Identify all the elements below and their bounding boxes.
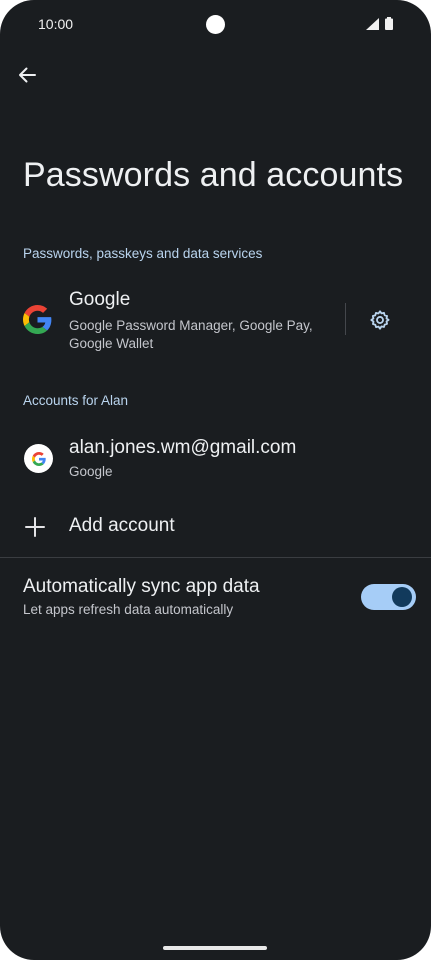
provider-settings-button[interactable] bbox=[364, 304, 396, 336]
camera-cutout bbox=[206, 15, 225, 34]
auto-sync-title: Automatically sync app data bbox=[23, 576, 260, 597]
phone-screen: 10:00 Passwords and accounts Passwords, … bbox=[0, 0, 431, 960]
back-button[interactable] bbox=[12, 60, 42, 90]
page-title: Passwords and accounts bbox=[23, 156, 404, 194]
gear-icon bbox=[370, 310, 390, 330]
toggle-thumb bbox=[392, 587, 412, 607]
provider-description: Google Password Manager, Google Pay, Goo… bbox=[69, 318, 313, 351]
auto-sync-toggle[interactable] bbox=[361, 584, 416, 610]
auto-sync-subtitle: Let apps refresh data automatically bbox=[23, 602, 234, 617]
vertical-divider bbox=[345, 303, 346, 335]
plus-icon bbox=[25, 517, 45, 537]
provider-name: Google bbox=[69, 289, 131, 310]
status-time: 10:00 bbox=[38, 16, 74, 32]
google-logo-icon bbox=[23, 305, 52, 339]
avatar bbox=[24, 444, 53, 473]
status-bar: 10:00 bbox=[0, 0, 431, 48]
horizontal-divider bbox=[0, 557, 431, 558]
back-arrow-icon bbox=[19, 67, 36, 83]
auto-sync-setting[interactable]: Automatically sync app data Let apps ref… bbox=[0, 566, 431, 630]
gesture-nav-handle[interactable] bbox=[163, 946, 267, 950]
add-account-button[interactable]: Add account bbox=[0, 502, 431, 552]
battery-icon bbox=[385, 17, 393, 30]
section-header-password-services: Passwords, passkeys and data services bbox=[23, 246, 263, 261]
password-provider-google[interactable]: Google Google Password Manager, Google P… bbox=[0, 278, 431, 358]
account-item[interactable]: alan.jones.wm@gmail.com Google bbox=[0, 424, 431, 494]
status-icons bbox=[366, 17, 393, 30]
add-account-label: Add account bbox=[69, 515, 175, 536]
google-logo-icon bbox=[31, 451, 46, 466]
account-provider: Google bbox=[69, 464, 113, 479]
section-header-accounts: Accounts for Alan bbox=[23, 393, 129, 408]
account-email: alan.jones.wm@gmail.com bbox=[69, 437, 297, 458]
signal-icon bbox=[366, 17, 379, 30]
